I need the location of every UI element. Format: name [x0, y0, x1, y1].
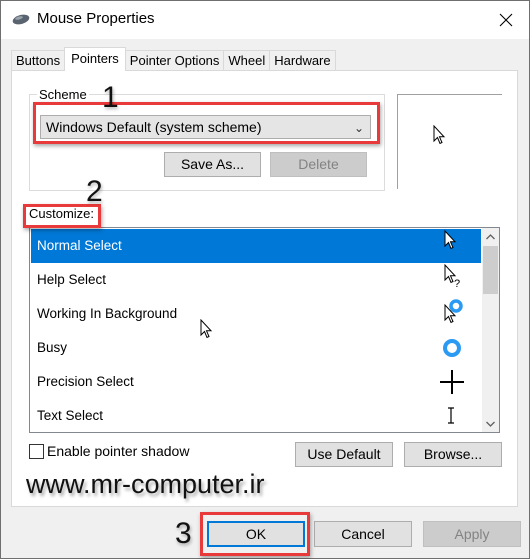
scheme-group: Scheme Windows Default (system scheme) ⌄…	[29, 87, 385, 191]
list-scrollbar[interactable]	[482, 228, 499, 432]
browse-button[interactable]: Browse...	[404, 442, 502, 467]
scheme-dropdown[interactable]: Windows Default (system scheme) ⌄	[40, 115, 371, 139]
list-item-label: Busy	[37, 340, 68, 355]
enable-pointer-shadow-checkbox[interactable]: Enable pointer shadow	[29, 443, 189, 459]
list-item-label: Working In Background	[37, 306, 178, 321]
apply-button[interactable]: Apply	[423, 521, 521, 547]
list-item-help-select[interactable]: Help Select ?	[31, 263, 481, 297]
tab-hardware[interactable]: Hardware	[269, 50, 336, 71]
annotation-number-1: 1	[102, 81, 119, 114]
use-default-button[interactable]: Use Default	[295, 442, 393, 467]
tab-pointer-options[interactable]: Pointer Options	[124, 50, 225, 71]
delete-button[interactable]: Delete	[270, 152, 367, 177]
scroll-up-button[interactable]	[482, 228, 499, 245]
tab-strip: Buttons Pointers Pointer Options Wheel H…	[11, 47, 336, 71]
close-icon	[499, 13, 513, 27]
tab-pointers[interactable]: Pointers	[64, 47, 126, 71]
annotation-number-3: 3	[175, 517, 192, 550]
scheme-label: Scheme	[37, 87, 89, 102]
text-cursor-icon	[448, 407, 454, 424]
list-item-label: Precision Select	[37, 374, 134, 389]
crosshair-cursor-icon	[440, 370, 464, 394]
cursor-list[interactable]: Normal Select Help Select ? Working In B…	[29, 227, 500, 433]
customize-label: Customize:	[29, 206, 95, 221]
working-cursor-icon	[444, 299, 463, 324]
list-item-busy[interactable]: Busy	[31, 331, 481, 365]
list-item-precision-select[interactable]: Precision Select	[31, 365, 481, 399]
enable-pointer-shadow-label: Enable pointer shadow	[47, 443, 190, 459]
tab-wheel[interactable]: Wheel	[223, 50, 271, 71]
list-item-label: Text Select	[37, 408, 104, 423]
cursor-preview	[397, 94, 502, 189]
mouse-pointer-icon	[200, 319, 213, 339]
scheme-selected-value: Windows Default (system scheme)	[46, 119, 262, 135]
list-item-label: Normal Select	[37, 238, 122, 253]
list-item-normal-select[interactable]: Normal Select	[31, 229, 481, 263]
scroll-thumb[interactable]	[483, 246, 498, 294]
list-item-label: Help Select	[37, 272, 107, 287]
save-as-button[interactable]: Save As...	[164, 152, 261, 177]
list-item-text-select[interactable]: Text Select	[31, 399, 481, 432]
tab-buttons[interactable]: Buttons	[11, 50, 66, 71]
ok-button[interactable]: OK	[207, 521, 305, 547]
mouse-icon	[12, 14, 30, 25]
help-cursor-icon: ?	[444, 263, 460, 290]
mouse-properties-window: Mouse Properties Buttons Pointers Pointe…	[0, 0, 530, 559]
title-bar: Mouse Properties	[1, 1, 529, 39]
busy-cursor-icon	[443, 339, 461, 357]
chevron-down-icon: ⌄	[353, 121, 364, 135]
scroll-down-button[interactable]	[482, 415, 499, 432]
chevron-up-icon	[486, 233, 495, 239]
watermark-text: www.mr-computer.ir	[26, 469, 265, 499]
arrow-cursor-icon	[433, 125, 446, 145]
annotation-number-2: 2	[86, 175, 103, 208]
list-item-working-in-background[interactable]: Working In Background	[31, 297, 481, 331]
checkbox-box[interactable]	[29, 443, 44, 459]
svg-text:?: ?	[454, 278, 460, 290]
pointers-panel: Scheme Windows Default (system scheme) ⌄…	[11, 70, 518, 507]
close-button[interactable]	[483, 1, 529, 39]
chevron-down-icon	[486, 421, 495, 427]
window-title: Mouse Properties	[37, 10, 155, 27]
arrow-cursor-icon	[444, 229, 457, 250]
cancel-button[interactable]: Cancel	[314, 521, 412, 547]
